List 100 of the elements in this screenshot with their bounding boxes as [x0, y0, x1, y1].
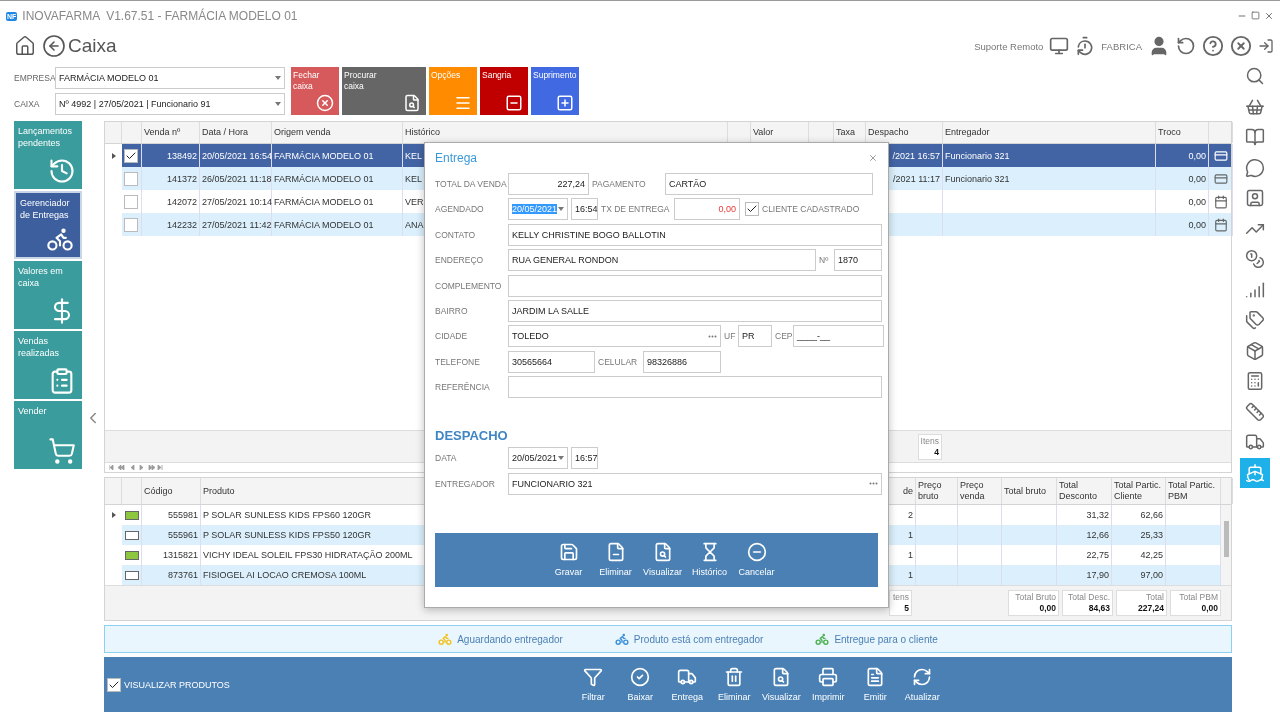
- courier-name: Funcionario 321: [945, 173, 1010, 184]
- total-field[interactable]: 227,24: [508, 173, 589, 195]
- address-field[interactable]: RUA GENERAL RONDON: [508, 249, 816, 272]
- menu-tile[interactable]: Gerenciador de Entregas: [14, 191, 82, 259]
- action-button[interactable]: Fechar caixa: [291, 67, 339, 115]
- dialog-button[interactable]: Eliminar: [592, 542, 639, 577]
- ellipsis-icon[interactable]: [869, 482, 878, 485]
- complement-field[interactable]: [508, 274, 882, 297]
- summary-label: Total Desc.: [1067, 592, 1110, 603]
- state-field[interactable]: PR: [738, 325, 772, 348]
- zip-field[interactable]: ____-__: [793, 325, 884, 348]
- dialog-close-button[interactable]: [868, 153, 878, 163]
- phone-field[interactable]: 30565664: [508, 350, 595, 373]
- maximize-icon[interactable]: [1251, 11, 1260, 20]
- summary-label: tens: [892, 592, 909, 603]
- row-checkbox[interactable]: [124, 194, 138, 209]
- column-header[interactable]: Total Desconto: [1057, 478, 1112, 504]
- product-code: 555981: [142, 505, 201, 525]
- exit-icon[interactable]: [1258, 38, 1274, 54]
- scrollbar[interactable]: [1221, 505, 1231, 585]
- sale-number[interactable]: 142232: [142, 213, 200, 236]
- product-code: 1315821: [142, 545, 201, 565]
- sale-number[interactable]: 138492: [142, 144, 200, 167]
- fee-field[interactable]: 0,00: [674, 198, 740, 221]
- reference-field[interactable]: [508, 376, 882, 399]
- sale-history: VER: [405, 196, 424, 207]
- row-checkbox[interactable]: [124, 217, 138, 232]
- field-label: UF: [724, 331, 735, 342]
- district-field[interactable]: JARDIM LA SALLE: [508, 299, 882, 322]
- toolbar-button[interactable]: Visualizar: [757, 667, 805, 702]
- toolbar-button[interactable]: Imprimir: [804, 667, 852, 702]
- toolbar-button[interactable]: Eliminar: [710, 667, 758, 702]
- home-icon[interactable]: [14, 35, 36, 57]
- monitor-icon[interactable]: [1049, 36, 1070, 56]
- dialog-button[interactable]: Cancelar: [733, 542, 780, 577]
- card-icon[interactable]: [1213, 148, 1228, 163]
- filter-label: EMPRESA: [14, 73, 55, 83]
- filter-select[interactable]: Nº 4992 | 27/05/2021 | Funcionario 91: [55, 93, 285, 115]
- toolbar-button[interactable]: Filtrar: [569, 667, 617, 702]
- time-field[interactable]: 16:57: [571, 447, 598, 470]
- dialog-button[interactable]: Gravar: [545, 542, 592, 577]
- mobile-field[interactable]: 98326886: [643, 350, 721, 373]
- product-quantity: 2: [908, 510, 913, 520]
- column-header[interactable]: Preço bruto: [916, 478, 958, 504]
- number-field[interactable]: 1870: [834, 249, 882, 272]
- toolbar-button[interactable]: Entrega: [663, 667, 711, 702]
- action-button[interactable]: Procurar caixa: [342, 67, 426, 115]
- column-header[interactable]: Entregador: [943, 122, 1156, 143]
- city-field[interactable]: TOLEDO: [508, 325, 721, 348]
- column-header[interactable]: Preço venda: [958, 478, 1002, 504]
- column-header[interactable]: Código: [142, 478, 201, 504]
- contact-field[interactable]: KELLY CHRISTINE BOGO BALLOTIN: [508, 223, 882, 246]
- column-header[interactable]: Troco: [1156, 122, 1209, 143]
- column-header[interactable]: Total Partic. PBM: [1166, 478, 1221, 504]
- window-title: INOVAFARMA V1.67.51 - FARMÁCIA MODELO 01: [22, 9, 298, 23]
- summary-value: 0,00: [1201, 603, 1218, 614]
- dialog-button[interactable]: Visualizar: [639, 542, 686, 577]
- caret-icon[interactable]: [275, 102, 281, 106]
- action-button[interactable]: Suprimento: [531, 67, 579, 115]
- payment-field[interactable]: CARTÃO: [665, 173, 873, 195]
- summary-value: 227,24: [1138, 603, 1164, 614]
- filter-select[interactable]: FARMÁCIA MODELO 01: [55, 67, 285, 89]
- action-button[interactable]: Sangria: [480, 67, 528, 115]
- back-icon[interactable]: [42, 34, 66, 58]
- toolbar-button[interactable]: Atualizar: [898, 667, 946, 702]
- sale-number[interactable]: 142072: [142, 190, 200, 213]
- product-quantity: 1: [908, 530, 913, 540]
- close-icon[interactable]: [1264, 11, 1274, 21]
- card-icon[interactable]: [1213, 171, 1228, 186]
- calculator-icon: [1245, 371, 1265, 392]
- toolbar-button[interactable]: Baixar: [616, 667, 664, 702]
- column-header[interactable]: Origem venda: [272, 122, 403, 143]
- help-icon[interactable]: [1202, 35, 1224, 57]
- caret-icon[interactable]: [275, 76, 281, 80]
- column-header[interactable]: Data / Hora: [200, 122, 272, 143]
- column-header[interactable]: Total bruto: [1002, 478, 1057, 504]
- printer-icon: [818, 667, 839, 687]
- date-field[interactable]: 20/05/2021: [508, 447, 568, 470]
- sale-origin: FARMÁCIA MODELO 01: [274, 196, 374, 207]
- close-circle-icon[interactable]: [1230, 35, 1252, 57]
- courier-field[interactable]: FUNCIONARIO 321: [508, 472, 882, 495]
- column-header[interactable]: Total Partic. Cliente: [1112, 478, 1166, 504]
- sale-number[interactable]: 141372: [142, 167, 200, 190]
- change-amount: 0,00: [1188, 150, 1206, 161]
- ruler-icon: [1245, 401, 1265, 422]
- caret-icon[interactable]: [558, 456, 564, 461]
- calendar-icon[interactable]: [1213, 217, 1228, 232]
- column-header[interactable]: Venda nº: [142, 122, 200, 143]
- book-icon: [1245, 127, 1265, 148]
- row-checkbox[interactable]: [124, 148, 138, 163]
- time-field[interactable]: 16:54: [571, 198, 598, 221]
- show-products-checkbox[interactable]: [107, 677, 121, 692]
- calendar-icon[interactable]: [1213, 194, 1228, 209]
- toolbar-button[interactable]: Emitir: [851, 667, 899, 702]
- registered-checkbox[interactable]: [745, 202, 759, 217]
- change-amount: 0,00: [1188, 219, 1206, 230]
- pager-icon[interactable]: [109, 465, 165, 470]
- row-checkbox[interactable]: [124, 171, 138, 186]
- ellipsis-icon[interactable]: [708, 334, 717, 338]
- dialog-button[interactable]: Histórico: [686, 542, 733, 577]
